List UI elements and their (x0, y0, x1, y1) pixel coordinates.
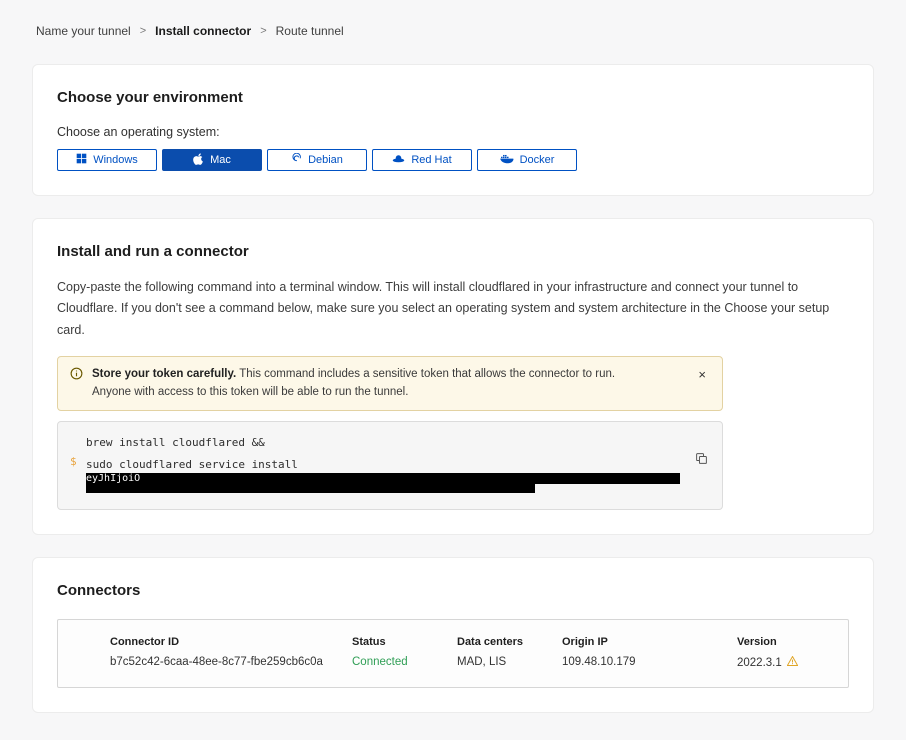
breadcrumb-step-install-connector[interactable]: Install connector (155, 24, 251, 38)
alert-text: Store your token carefully. This command… (92, 366, 652, 402)
connectors-card: Connectors Connector ID Status Data cent… (32, 557, 874, 713)
docker-icon (500, 153, 514, 167)
apple-icon (193, 153, 204, 168)
table-header-row: Connector ID Status Data centers Origin … (58, 620, 848, 648)
connectors-card-title: Connectors (57, 582, 849, 599)
column-header-status: Status (352, 636, 457, 648)
os-button-mac[interactable]: Mac (162, 149, 262, 171)
column-header-connector-id: Connector ID (110, 636, 352, 648)
warning-icon (787, 656, 798, 669)
status-badge: Connected (352, 656, 457, 669)
redhat-icon (392, 153, 405, 167)
terminal-prompt: $ (70, 454, 77, 469)
token-prefix: eyJhIjoiO (86, 473, 140, 484)
install-command-codeblock: $ brew install cloudflared && sudo cloud… (57, 421, 723, 510)
install-connector-card: Install and run a connector Copy-paste t… (32, 218, 874, 535)
token-warning-alert: Store your token carefully. This command… (57, 356, 723, 412)
os-button-label: Windows (93, 154, 138, 166)
data-centers-value: MAD, LIS (457, 656, 562, 669)
info-icon (70, 367, 83, 387)
version-value: 2022.3.1 (737, 656, 828, 669)
breadcrumb-step-route-tunnel[interactable]: Route tunnel (276, 24, 344, 38)
os-button-label: Debian (308, 154, 343, 166)
table-row: b7c52c42-6caa-48ee-8c77-fbe259cb6c0a Con… (58, 648, 848, 687)
column-header-data-centers: Data centers (457, 636, 562, 648)
alert-title: Store your token carefully. (92, 368, 236, 380)
connector-card-title: Install and run a connector (57, 243, 849, 260)
breadcrumb-separator: > (140, 25, 146, 37)
code-line-brew-install: brew install cloudflared && (86, 435, 682, 450)
windows-icon (76, 153, 87, 167)
os-button-windows[interactable]: Windows (57, 149, 157, 171)
close-icon[interactable]: × (694, 366, 710, 383)
origin-ip-value: 109.48.10.179 (562, 656, 737, 669)
os-select-label: Choose an operating system: (57, 125, 849, 139)
copy-icon[interactable] (693, 450, 710, 470)
os-button-redhat[interactable]: Red Hat (372, 149, 472, 171)
os-button-label: Docker (520, 154, 555, 166)
os-button-row: Windows Mac Debian Red Hat Docker (57, 149, 849, 171)
breadcrumb: Name your tunnel > Install connector > R… (0, 0, 906, 38)
breadcrumb-step-name-tunnel[interactable]: Name your tunnel (36, 24, 131, 38)
os-button-label: Red Hat (411, 154, 451, 166)
choose-environment-card: Choose your environment Choose an operat… (32, 64, 874, 196)
code-line-service-install: sudo cloudflared service install (86, 457, 682, 472)
connector-id-value: b7c52c42-6caa-48ee-8c77-fbe259cb6c0a (110, 656, 352, 669)
token-redaction-bar: eyJhIjoiO (86, 473, 680, 484)
version-text: 2022.3.1 (737, 657, 782, 669)
connectors-table: Connector ID Status Data centers Origin … (57, 619, 849, 688)
column-header-origin-ip: Origin IP (562, 636, 737, 648)
environment-card-title: Choose your environment (57, 89, 849, 106)
connector-card-description: Copy-paste the following command into a … (57, 277, 849, 341)
token-redaction-bar (86, 484, 535, 493)
column-header-version: Version (737, 636, 828, 648)
os-button-docker[interactable]: Docker (477, 149, 577, 171)
os-button-debian[interactable]: Debian (267, 149, 367, 171)
breadcrumb-separator: > (260, 25, 266, 37)
os-button-label: Mac (210, 154, 231, 166)
debian-icon (291, 153, 302, 167)
